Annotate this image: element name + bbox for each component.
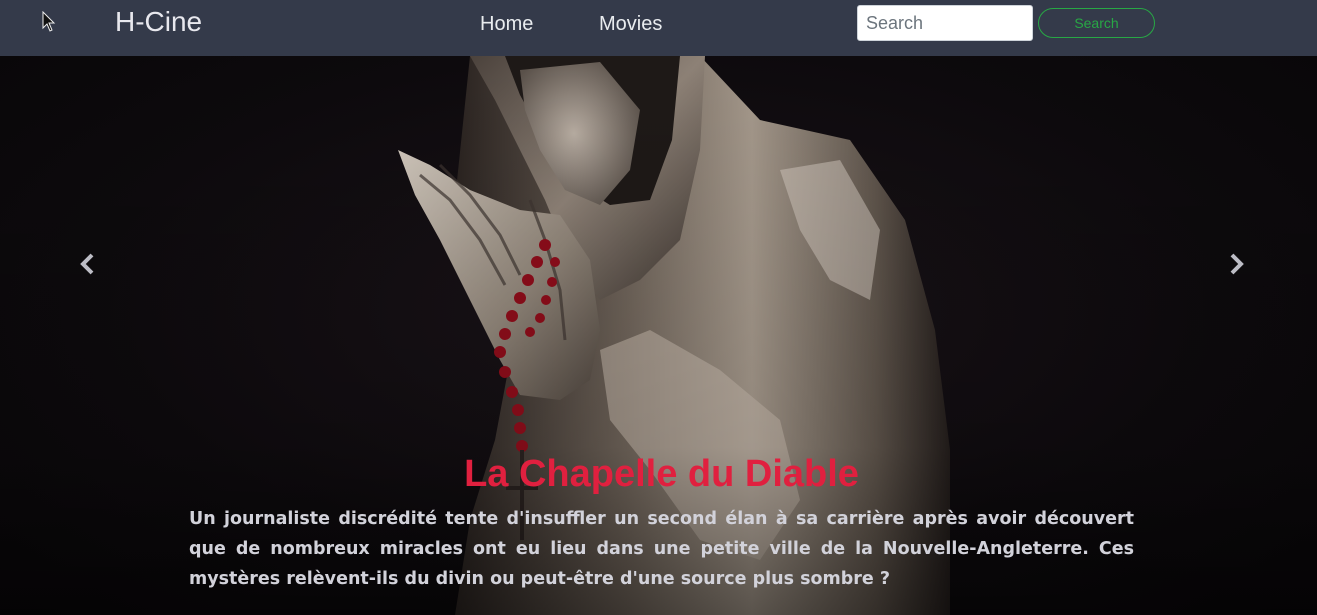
chevron-left-icon[interactable]	[76, 251, 100, 277]
chevron-right-icon[interactable]	[1224, 251, 1248, 277]
search-input[interactable]	[857, 5, 1033, 41]
slide-description: Un journaliste discrédité tente d'insuff…	[189, 509, 1134, 589]
search-button[interactable]: Search	[1038, 8, 1155, 38]
hero-carousel: La Chapelle du Diable Un journaliste dis…	[0, 56, 1317, 615]
slide-title: La Chapelle du Diable	[464, 453, 859, 495]
mouse-cursor-icon	[42, 11, 56, 32]
brand-logo[interactable]: H-Cine	[115, 5, 202, 39]
nav-link-home[interactable]: Home	[480, 12, 533, 36]
nav-link-movies[interactable]: Movies	[599, 12, 662, 36]
navbar: H-Cine Home Movies Search	[0, 0, 1317, 56]
